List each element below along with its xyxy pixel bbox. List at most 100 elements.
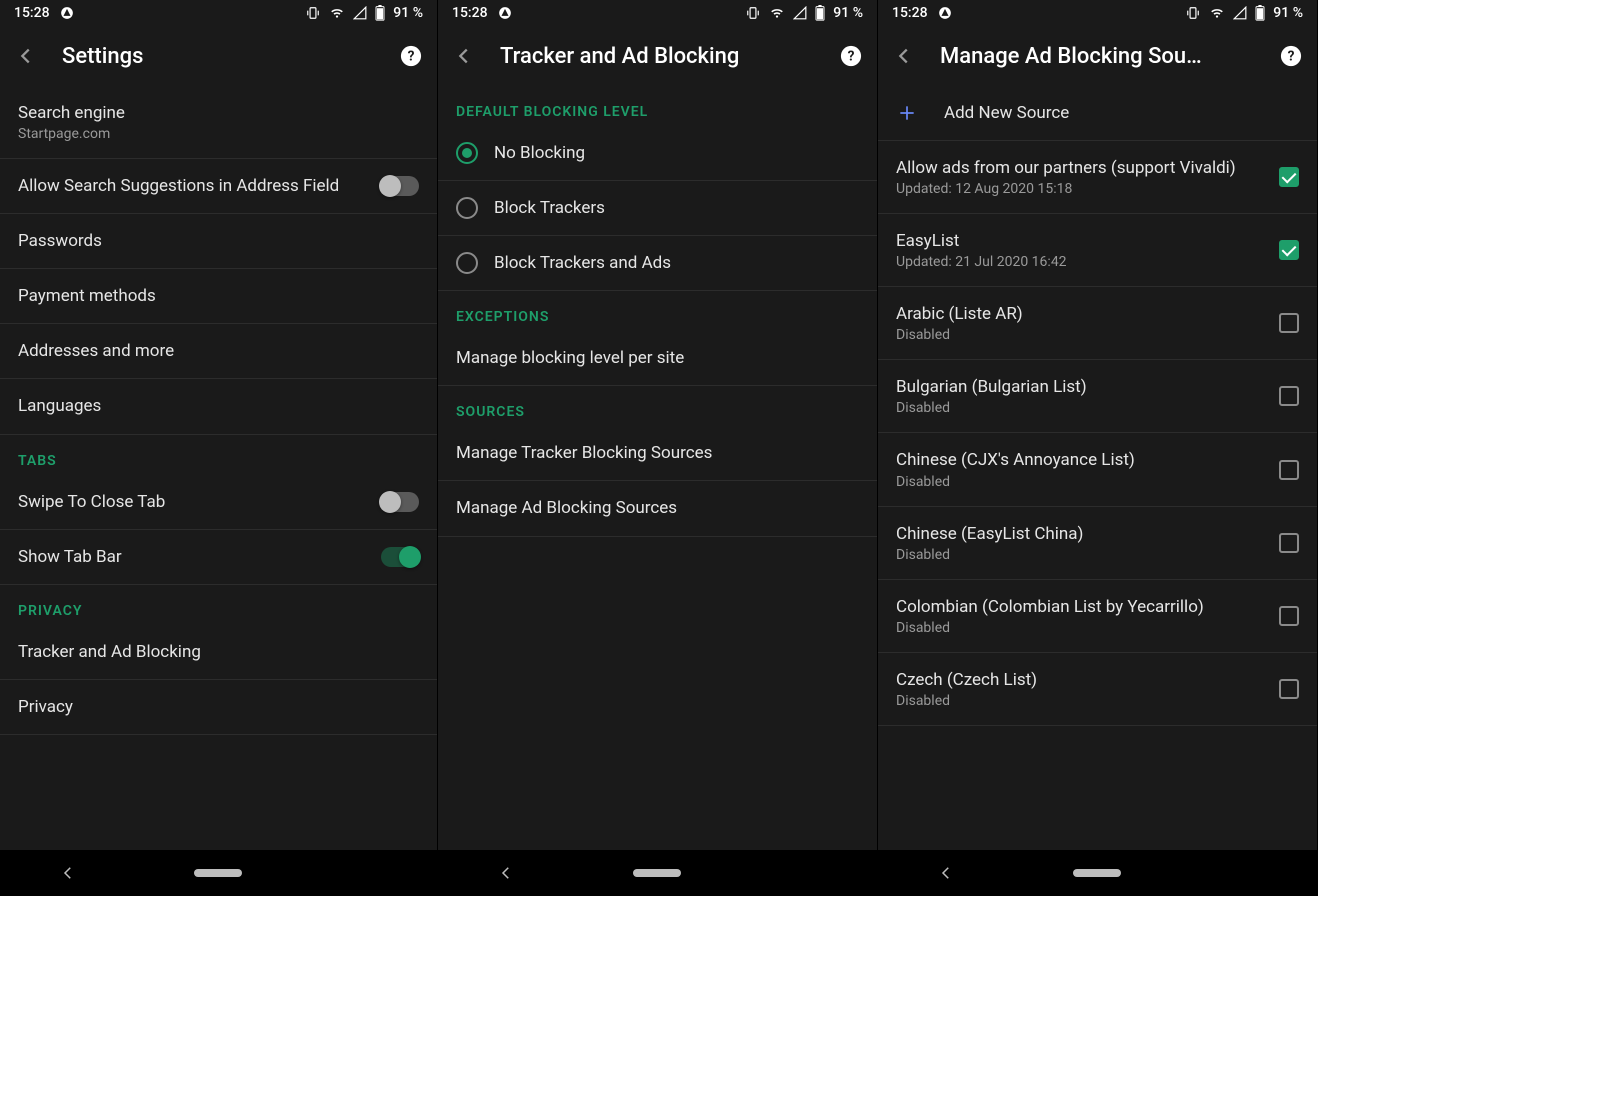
item-secondary: Updated: 12 Aug 2020 15:18 — [896, 181, 1263, 197]
back-button[interactable] — [892, 44, 916, 68]
signal-icon — [353, 6, 367, 20]
list-item[interactable]: Czech (Czech List)Disabled — [878, 653, 1317, 726]
item-primary: Allow ads from our partners (support Viv… — [896, 157, 1263, 179]
battery-icon — [815, 5, 825, 21]
item-primary: Addresses and more — [18, 340, 419, 362]
nav-back-icon[interactable] — [497, 864, 515, 882]
item-secondary: Updated: 21 Jul 2020 16:42 — [896, 254, 1263, 270]
list-item[interactable]: Addresses and more — [0, 324, 437, 379]
list-item[interactable]: Block Trackers — [438, 181, 877, 236]
app-badge-icon — [60, 6, 74, 20]
nav-back-icon[interactable] — [59, 864, 77, 882]
toggle-switch[interactable] — [381, 176, 419, 196]
list-item[interactable]: Languages — [0, 379, 437, 434]
checkbox[interactable] — [1279, 679, 1299, 699]
list-item[interactable]: Chinese (CJX's Annoyance List)Disabled — [878, 433, 1317, 506]
svg-text:?: ? — [848, 49, 855, 65]
list-item[interactable]: No Blocking — [438, 126, 877, 181]
item-primary: Tracker and Ad Blocking — [18, 641, 419, 663]
list-item[interactable]: Manage blocking level per site — [438, 331, 877, 386]
checkbox[interactable] — [1279, 606, 1299, 626]
status-bar: 15:28 91 % — [438, 0, 877, 26]
help-button[interactable]: ? — [399, 44, 423, 68]
list-item[interactable]: Passwords — [0, 214, 437, 269]
section-header: PRIVACY — [0, 585, 437, 625]
item-primary: Block Trackers and Ads — [494, 252, 859, 274]
list-item[interactable]: Tracker and Ad Blocking — [0, 625, 437, 680]
nav-back-icon[interactable] — [937, 864, 955, 882]
item-primary: No Blocking — [494, 142, 859, 164]
item-primary: Arabic (Liste AR) — [896, 303, 1263, 325]
nav-home-pill[interactable] — [194, 869, 242, 877]
help-button[interactable]: ? — [1279, 44, 1303, 68]
checkbox[interactable] — [1279, 167, 1299, 187]
list-item[interactable]: Privacy — [0, 680, 437, 735]
radio-button[interactable] — [456, 142, 478, 164]
radio-button[interactable] — [456, 252, 478, 274]
list-item[interactable]: Search engine Startpage.com — [0, 86, 437, 159]
list-item[interactable]: Chinese (EasyList China)Disabled — [878, 507, 1317, 580]
help-icon: ? — [840, 45, 862, 67]
radio-button[interactable] — [456, 197, 478, 219]
section-header: TABS — [0, 435, 437, 475]
vibrate-icon — [305, 6, 321, 20]
plus-icon — [896, 102, 918, 124]
item-primary: Chinese (CJX's Annoyance List) — [896, 449, 1263, 471]
android-nav-bar — [878, 850, 1317, 896]
back-button[interactable] — [452, 44, 476, 68]
nav-home-pill[interactable] — [633, 869, 681, 877]
toggle-switch[interactable] — [381, 547, 419, 567]
list-item[interactable]: EasyListUpdated: 21 Jul 2020 16:42 — [878, 214, 1317, 287]
checkbox[interactable] — [1279, 240, 1299, 260]
app-badge-icon — [498, 6, 512, 20]
list-item[interactable]: Manage Tracker Blocking Sources — [438, 426, 877, 481]
item-secondary: Startpage.com — [18, 126, 419, 142]
list-item[interactable]: Allow Search Suggestions in Address Fiel… — [0, 159, 437, 214]
nav-home-pill[interactable] — [1073, 869, 1121, 877]
item-primary: Manage Ad Blocking Sources — [456, 497, 859, 519]
list-item[interactable]: Block Trackers and Ads — [438, 236, 877, 291]
add-new-source-button[interactable]: Add New Source — [878, 86, 1317, 141]
signal-icon — [793, 6, 807, 20]
help-icon: ? — [1280, 45, 1302, 67]
add-source-label: Add New Source — [934, 102, 1299, 124]
status-battery: 91 % — [833, 5, 863, 21]
app-badge-icon — [938, 6, 952, 20]
list-item[interactable]: Allow ads from our partners (support Viv… — [878, 141, 1317, 214]
chevron-left-icon — [15, 45, 37, 67]
item-secondary: Disabled — [896, 620, 1263, 636]
list-item[interactable]: Manage Ad Blocking Sources — [438, 481, 877, 536]
checkbox[interactable] — [1279, 386, 1299, 406]
status-time: 15:28 — [452, 5, 488, 21]
section-header: DEFAULT BLOCKING LEVEL — [438, 86, 877, 126]
item-primary: Languages — [18, 395, 419, 417]
item-primary: Search engine — [18, 102, 419, 124]
item-primary: Manage Tracker Blocking Sources — [456, 442, 859, 464]
vibrate-icon — [1185, 6, 1201, 20]
checkbox[interactable] — [1279, 313, 1299, 333]
screen-tracker-ad-blocking: 15:28 91 % Tracker and Ad Blocking ? DEF… — [438, 0, 878, 896]
list-item[interactable]: Arabic (Liste AR) Disabled — [878, 287, 1317, 360]
list-item[interactable]: Payment methods — [0, 269, 437, 324]
list-item[interactable]: Bulgarian (Bulgarian List)Disabled — [878, 360, 1317, 433]
signal-icon — [1233, 6, 1247, 20]
status-time: 15:28 — [14, 5, 50, 21]
checkbox[interactable] — [1279, 533, 1299, 553]
item-primary: Privacy — [18, 696, 419, 718]
android-nav-bar — [0, 850, 437, 896]
item-primary: Czech (Czech List) — [896, 669, 1263, 691]
list-item[interactable]: Show Tab Bar — [0, 530, 437, 585]
list-item[interactable]: Swipe To Close Tab — [0, 475, 437, 530]
status-battery: 91 % — [393, 5, 423, 21]
item-primary: Chinese (EasyList China) — [896, 523, 1263, 545]
checkbox[interactable] — [1279, 460, 1299, 480]
page-title: Manage Ad Blocking Sou… — [940, 44, 1255, 69]
toggle-switch[interactable] — [381, 492, 419, 512]
help-button[interactable]: ? — [839, 44, 863, 68]
svg-text:?: ? — [1288, 49, 1295, 65]
status-battery: 91 % — [1273, 5, 1303, 21]
list-item[interactable]: Colombian (Colombian List by Yecarrillo)… — [878, 580, 1317, 653]
back-button[interactable] — [14, 44, 38, 68]
wifi-icon — [329, 6, 345, 20]
item-secondary: Disabled — [896, 327, 1263, 343]
